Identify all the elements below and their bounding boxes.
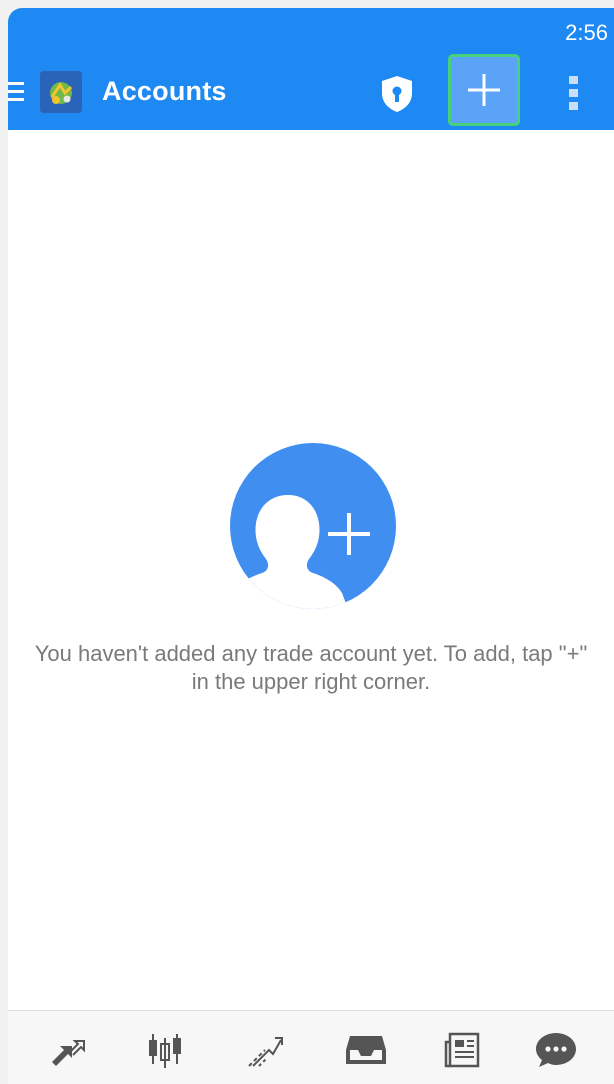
page-title: Accounts <box>102 76 227 106</box>
nav-history[interactable] <box>314 1011 410 1084</box>
shield-keyhole-icon[interactable] <box>379 74 415 114</box>
add-person-icon <box>230 443 396 609</box>
plus-icon <box>468 74 500 106</box>
vertical-dots-icon[interactable] <box>568 74 580 112</box>
nav-chat[interactable] <box>504 1011 600 1084</box>
metatrader-logo <box>40 71 82 113</box>
trade-lines-icon <box>248 1037 283 1067</box>
phone-screen: 2:56 Accounts You haven't added any trad… <box>8 8 614 1084</box>
status-bar: 2:56 <box>8 8 614 54</box>
nav-charts[interactable] <box>115 1011 211 1084</box>
chat-bubble-icon <box>536 1033 576 1067</box>
quotes-arrows-icon <box>52 1040 85 1066</box>
news-icon <box>444 1032 480 1068</box>
add-account-button[interactable] <box>448 54 520 126</box>
chart-candles-icon <box>149 1034 181 1068</box>
nav-quotes[interactable] <box>18 1011 114 1084</box>
app-bar: Accounts <box>8 54 614 130</box>
status-time: 2:56 <box>565 20 608 45</box>
hamburger-menu-icon[interactable] <box>8 80 26 104</box>
nav-news[interactable] <box>412 1011 508 1084</box>
bottom-navigation <box>8 1010 614 1084</box>
empty-state-message: You haven't added any trade account yet.… <box>34 641 588 694</box>
history-inbox-icon <box>346 1036 386 1064</box>
nav-trade[interactable] <box>215 1011 311 1084</box>
